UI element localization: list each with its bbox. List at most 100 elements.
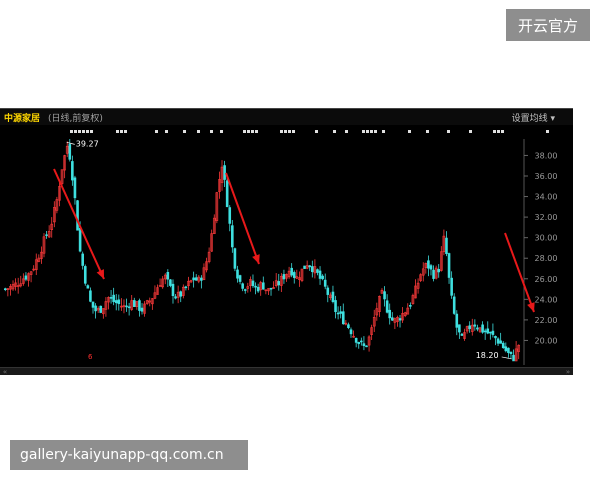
candle-down: [290, 267, 293, 276]
candle-down: [269, 287, 273, 290]
candle-down: [166, 272, 170, 280]
candle-down: [318, 270, 322, 279]
candle-down: [334, 300, 337, 313]
candle-down: [243, 289, 247, 291]
candle-down: [388, 309, 392, 319]
candle-down: [452, 296, 456, 314]
candle-down: [174, 296, 177, 299]
candle-down: [494, 335, 497, 339]
candle-down: [460, 333, 464, 336]
decline-arrow-3: [504, 232, 535, 313]
candle-down: [231, 225, 234, 248]
candle-down: [169, 279, 172, 286]
candle-down: [140, 307, 144, 312]
chart-scrollbar[interactable]: « »: [0, 367, 573, 376]
y-tick-label: 34.00: [535, 193, 558, 202]
candle-down: [238, 275, 242, 282]
candle-down: [489, 331, 492, 334]
candle-down: [455, 313, 459, 328]
candlestick-chart[interactable]: 20.00 22.00 24.00 26.00 28.00 30.00 32.00 34.00…: [0, 109, 573, 367]
candle-down: [303, 265, 306, 269]
candle-down: [323, 279, 327, 287]
candle-down: [468, 325, 471, 330]
candle-down: [241, 283, 244, 289]
candle-down: [311, 266, 314, 273]
candle-down: [365, 345, 368, 348]
candle-down: [117, 299, 121, 305]
candle-down: [347, 324, 350, 329]
candle-down: [507, 347, 510, 353]
candle-down: [45, 234, 48, 237]
y-tick-label: 32.00: [535, 213, 558, 222]
candle-down: [179, 291, 183, 297]
candle-down: [385, 300, 389, 313]
candle-down: [277, 281, 281, 286]
candle-down: [24, 275, 28, 280]
candle-down: [458, 324, 461, 333]
candle-down: [127, 306, 131, 309]
candle-down: [509, 351, 513, 354]
candle-down: [94, 305, 97, 312]
candle-down: [349, 329, 353, 335]
decline-arrow-1: [53, 168, 105, 280]
watermark-url: gallery-kaiyunapp-qq.com.cn: [10, 440, 248, 470]
scroll-left-arrow-icon[interactable]: «: [0, 368, 10, 376]
candle-down: [282, 274, 286, 280]
candle-down: [251, 280, 255, 287]
candle-down: [450, 277, 453, 296]
candle-down: [292, 272, 296, 278]
candle-down: [223, 165, 226, 180]
candle-down: [86, 285, 90, 289]
candle-down: [483, 330, 487, 333]
y-tick-label: 22.00: [535, 316, 558, 325]
candle-down: [437, 269, 441, 273]
candle-down: [71, 161, 74, 181]
y-tick-label: 24.00: [535, 295, 558, 304]
candle-down: [73, 177, 77, 199]
candle-down: [331, 291, 335, 302]
candle-down: [360, 340, 363, 343]
candle-down: [354, 338, 358, 343]
red-event-marker: 6: [88, 353, 93, 361]
y-tick-label: 26.00: [535, 275, 558, 284]
candle-down: [192, 277, 195, 281]
candle-down: [357, 342, 361, 345]
candle-down: [481, 324, 484, 333]
candle-down: [81, 253, 84, 266]
candle-down: [326, 287, 330, 295]
candle-down: [473, 324, 477, 327]
candle-down: [233, 248, 237, 269]
candle-down: [3, 288, 7, 290]
low-price-label: 18.20: [476, 351, 499, 360]
candle-down: [91, 301, 95, 308]
candle-down: [112, 294, 115, 303]
candle-down: [256, 286, 260, 292]
stock-chart-window[interactable]: 中源家居 (日线,前复权) 设置均线 ▾ 20.00 22.00 24.00 26.0…: [0, 108, 573, 376]
candle-down: [228, 207, 232, 224]
candle-down: [99, 305, 103, 313]
candle-down: [225, 180, 229, 208]
candle-down: [78, 227, 82, 252]
candle-down: [109, 297, 113, 299]
high-price-label: 39.27: [76, 139, 99, 148]
candle-down: [68, 144, 72, 160]
candle-down: [254, 285, 257, 288]
candle-down: [496, 338, 500, 344]
candle-down: [125, 305, 128, 308]
y-tick-label: 20.00: [535, 336, 558, 345]
candle-down: [132, 300, 136, 307]
candle-down: [445, 237, 448, 254]
candle-down: [321, 275, 324, 280]
scroll-right-arrow-icon[interactable]: »: [563, 368, 573, 376]
candle-down: [89, 290, 92, 302]
candle-down: [194, 277, 198, 281]
candle-down: [362, 343, 366, 347]
candle-down: [390, 317, 394, 321]
candle-down: [339, 311, 342, 314]
candle-down: [504, 346, 508, 352]
candle-down: [501, 342, 505, 348]
candle-down: [409, 305, 412, 307]
candle-down: [114, 300, 118, 304]
y-tick-label: 30.00: [535, 234, 558, 243]
low-pointer: [501, 356, 512, 360]
